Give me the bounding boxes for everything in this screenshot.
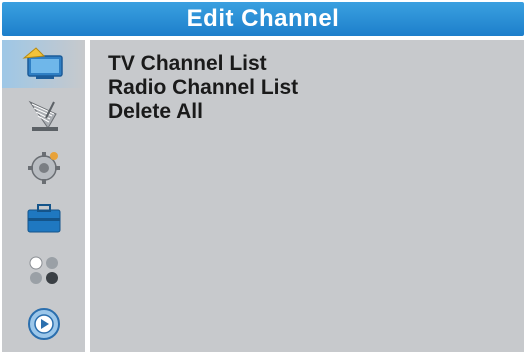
sidebar-item-installation[interactable] xyxy=(2,92,85,140)
sidebar xyxy=(2,40,85,352)
page-title: Edit Channel xyxy=(186,5,340,32)
sidebar-item-system-setup[interactable] xyxy=(2,144,85,192)
menu-item-delete-all[interactable]: Delete All xyxy=(108,100,298,124)
games-icon xyxy=(24,252,64,293)
installation-icon xyxy=(24,94,64,139)
main-panel: TV Channel List Radio Channel List Delet… xyxy=(90,40,524,352)
tools-icon xyxy=(24,200,64,241)
sidebar-item-edit-channel[interactable] xyxy=(2,40,85,88)
sidebar-item-games[interactable] xyxy=(2,248,85,296)
edit-channel-icon xyxy=(21,44,66,85)
sidebar-item-tools[interactable] xyxy=(2,196,85,244)
menu-item-radio-channel-list[interactable]: Radio Channel List xyxy=(108,76,298,100)
title-bar: Edit Channel xyxy=(2,2,524,36)
media-icon xyxy=(24,304,64,349)
edit-channel-screen: Edit Channel TV Channel List Radio Chann… xyxy=(0,0,526,352)
sidebar-item-media[interactable] xyxy=(2,302,85,350)
menu-item-tv-channel-list[interactable]: TV Channel List xyxy=(108,52,298,76)
system-setup-icon xyxy=(24,146,64,191)
channel-menu: TV Channel List Radio Channel List Delet… xyxy=(108,52,298,124)
